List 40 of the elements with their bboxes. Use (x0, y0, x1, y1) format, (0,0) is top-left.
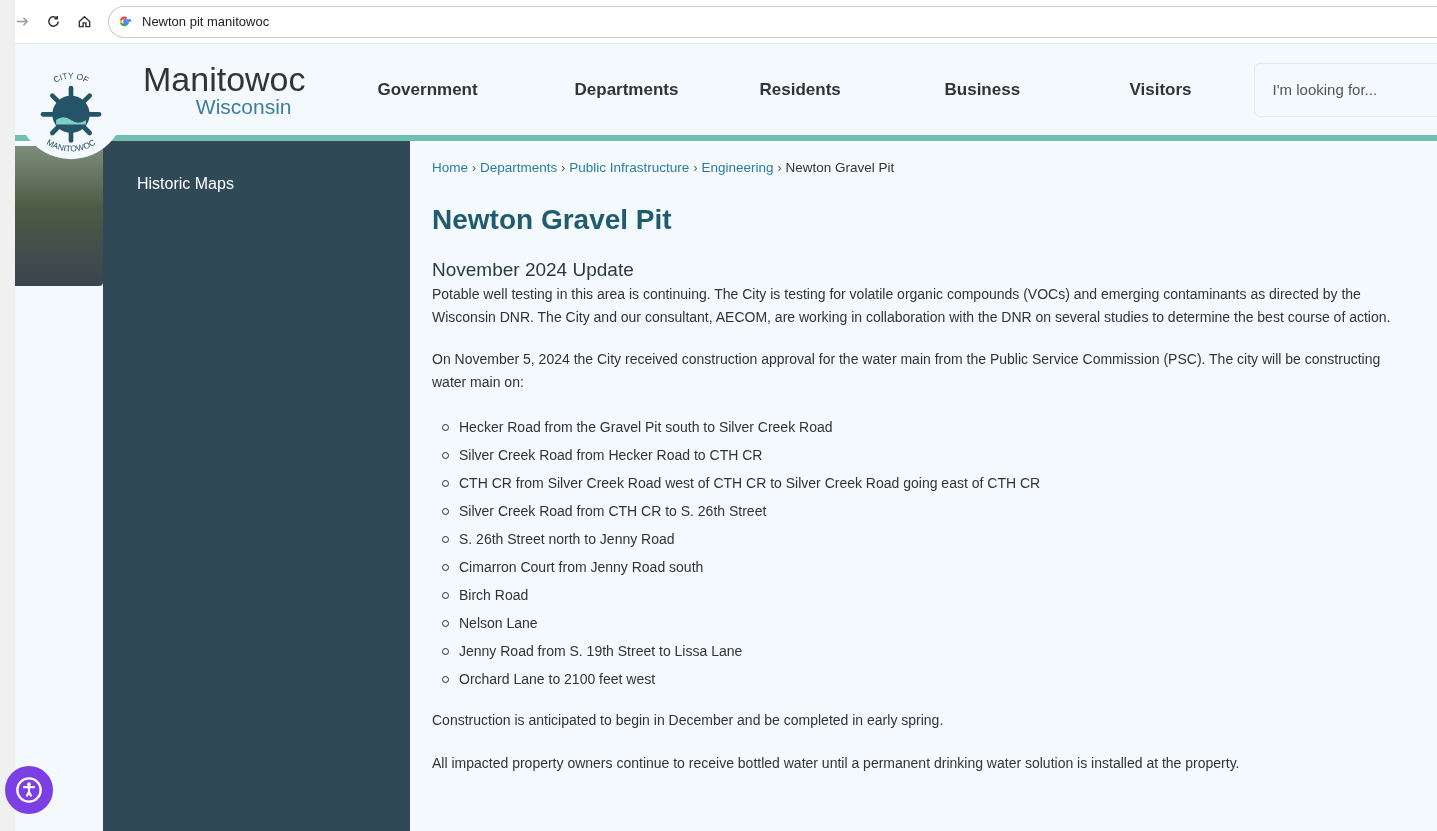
list-item: Nelson Lane (459, 615, 538, 631)
nav-link[interactable]: Visitors (1129, 79, 1254, 100)
list-item: Silver Creek Road from Hecker Road to CTH CR (459, 447, 763, 463)
breadcrumb-separator: › (777, 161, 782, 175)
breadcrumb-link[interactable]: Public Infrastructure (569, 160, 690, 175)
paragraph: Construction is anticipated to begin in December and be completed in early spring. (432, 711, 945, 730)
list-item: Silver Creek Road from CTH CR to S. 26th Street (459, 503, 767, 519)
nav-link[interactable]: Departments (574, 79, 760, 100)
list-item: Hecker Road from the Gravel Pit south to Silver Creek Road (459, 419, 833, 435)
home-icon[interactable] (77, 14, 92, 29)
section-heading: November 2024 Update (432, 259, 635, 281)
paragraph: All impacted property owners continue to receive bottled water until a permanent drinking water solution is installed at the property. (432, 753, 1241, 773)
list-item: Jenny Road from S. 19th Street to Lissa Lane (459, 643, 743, 659)
paragraph: Potable well testing in this area is continuing. The City is testing for volatile organic compounds (VOCs) and emerging contaminants as directed by the Wisconsin DNR. The City and our consultant, AECOM, are working in collaboration with the DNR on several studies to determine the best course of action. (432, 285, 1392, 327)
site-subtitle[interactable]: Wisconsin (195, 95, 292, 118)
nav-link[interactable]: Government (377, 79, 575, 100)
breadcrumb-separator: › (561, 161, 566, 175)
page-title: Newton Gravel Pit (432, 203, 673, 237)
breadcrumb-separator: › (693, 161, 698, 175)
list-item: Orchard Lane to 2100 feet west (459, 671, 656, 687)
search-field[interactable]: I'm looking for... (1253, 62, 1437, 117)
breadcrumb-separator: › (472, 161, 476, 175)
address-text: Newton pit manitowoc (142, 14, 270, 29)
reload-icon[interactable] (46, 14, 61, 29)
list-item: Birch Road (459, 587, 529, 603)
breadcrumb-link[interactable]: Departments (480, 160, 558, 175)
nav-link[interactable]: Residents (759, 79, 945, 100)
site-title[interactable]: Manitowoc (143, 61, 306, 96)
breadcrumb-link[interactable]: Home (432, 160, 468, 175)
google-icon (117, 14, 132, 29)
list-item: CTH CR from Silver Creek Road west of CTH CR to Silver Creek Road going east of CTH CR (459, 475, 1041, 491)
list-item: S. 26th Street north to Jenny Road (459, 531, 675, 547)
breadcrumb-link[interactable]: Engineering (701, 160, 774, 175)
list-item: Cimarron Court from Jenny Road south (459, 559, 704, 575)
paragraph: On November 5, 2024 the City received construction approval for the water main from the Public Service Commission (PSC). The city will be constructing water main on: (432, 350, 1382, 392)
accessibility-icon (15, 776, 43, 804)
nav-link[interactable]: Business (944, 79, 1130, 100)
sidebar-link[interactable]: Historic Maps (137, 175, 234, 192)
accessibility-button[interactable] (5, 766, 53, 814)
breadcrumb-current: Newton Gravel Pit (785, 160, 895, 175)
